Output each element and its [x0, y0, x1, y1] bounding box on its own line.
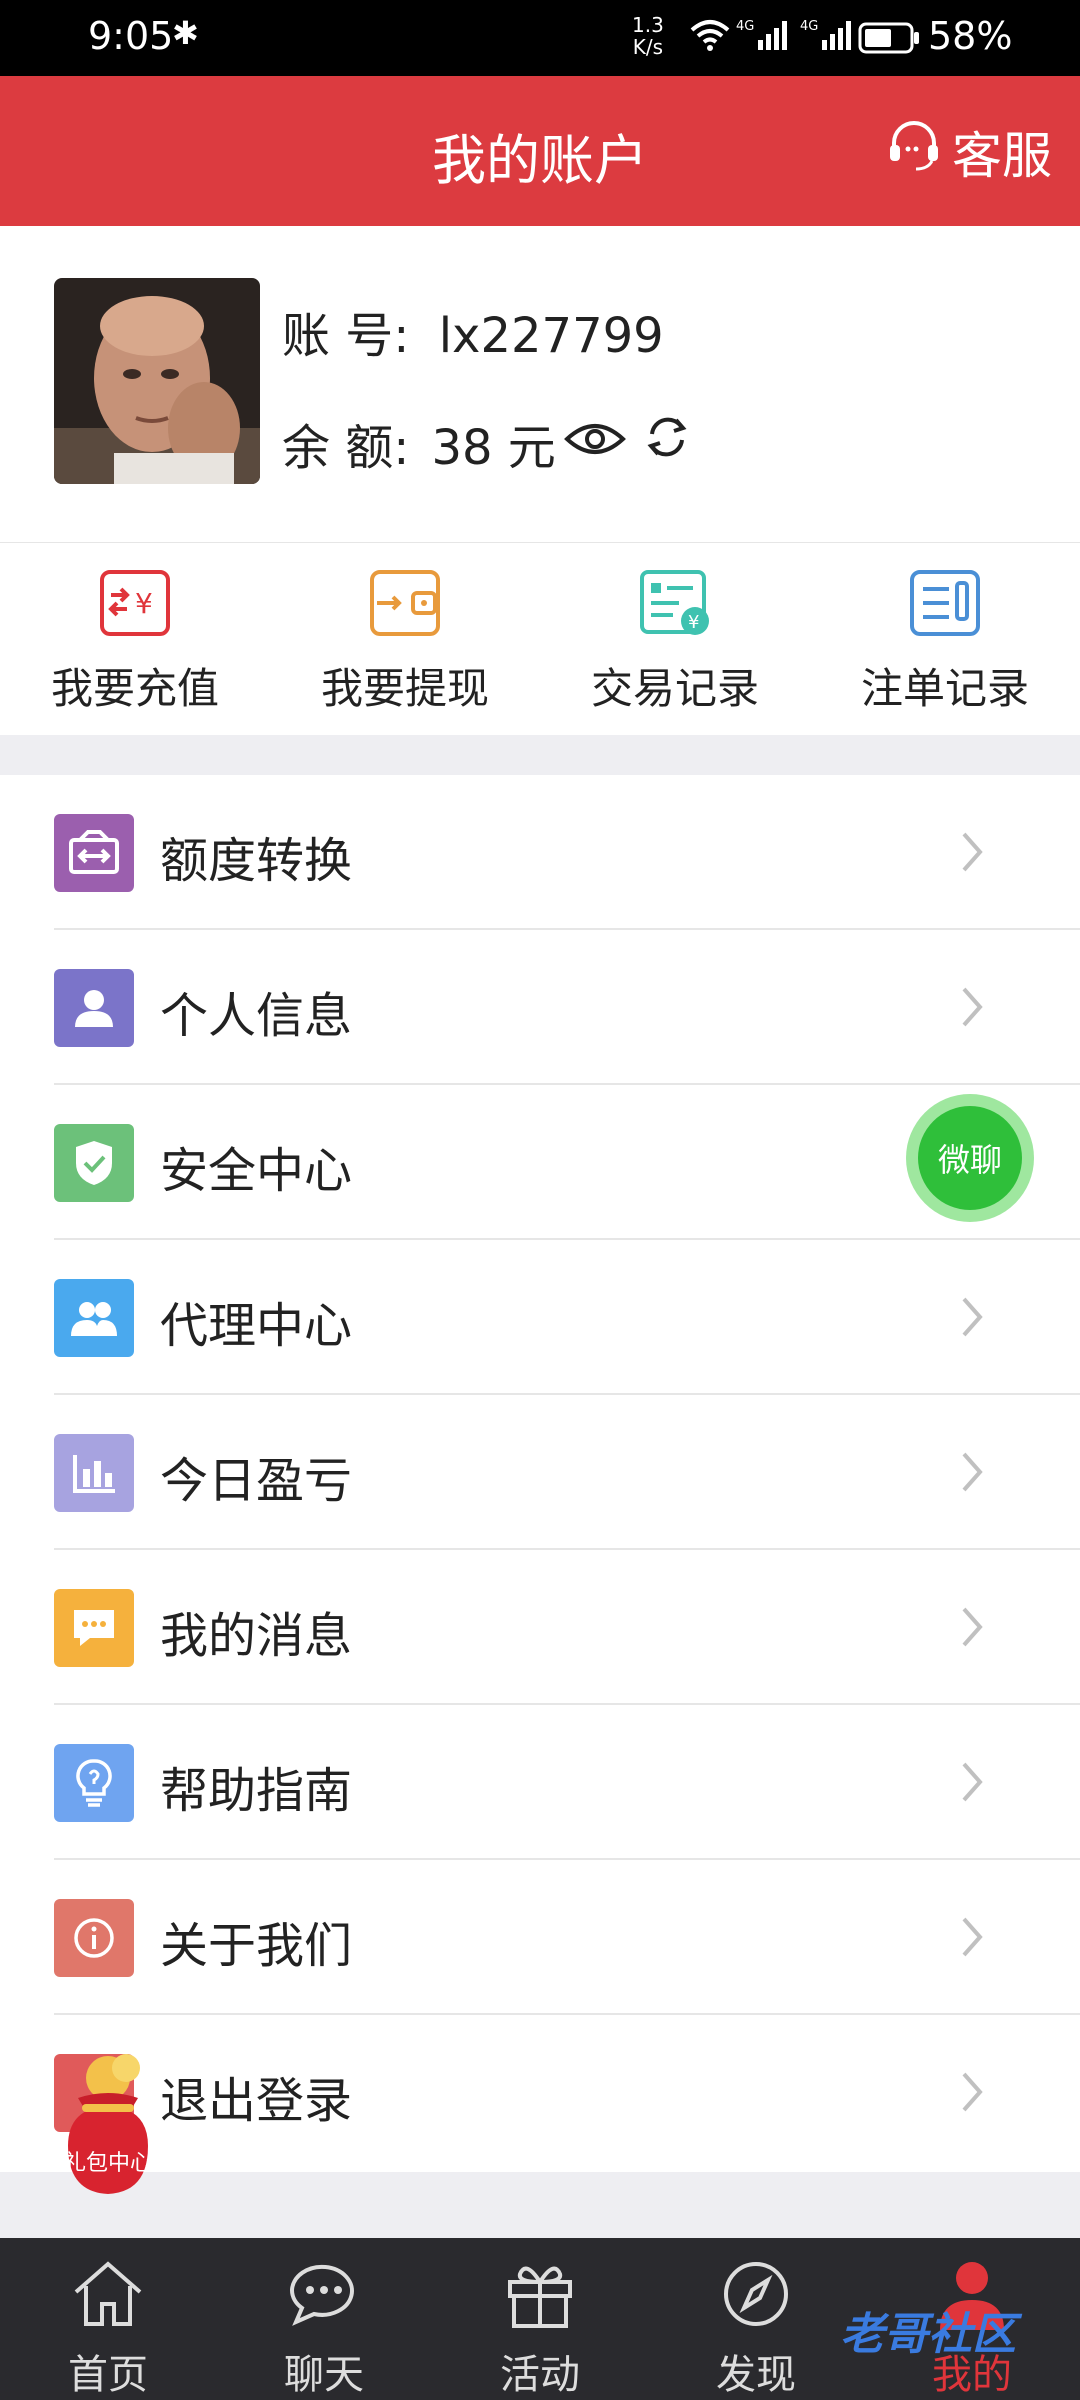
tab-label: 活动: [500, 2352, 580, 2398]
menu-label: 我的消息: [160, 1608, 353, 1664]
balance-row: 余 额: 38 元: [282, 408, 692, 478]
signal-icon: 4G: [736, 18, 790, 56]
menu-label: 个人信息: [160, 988, 353, 1044]
status-time: 9:05: [88, 14, 174, 58]
info-icon: [54, 1899, 134, 1977]
svg-text:4G: 4G: [736, 19, 754, 34]
menu-item-profit-loss[interactable]: 今日盈亏: [0, 1395, 1080, 1550]
tab-label: 聊天: [284, 2352, 364, 2398]
battery-icon: [858, 22, 920, 58]
menu-list: 额度转换 个人信息 安全中心 代理中心 今日盈亏 我的消息 帮助指南 关于我们 …: [0, 775, 1080, 2172]
battery-percent: 58%: [928, 14, 1013, 58]
home-icon: [74, 2261, 142, 2326]
wechat-chat-label: 微聊: [918, 1106, 1022, 1210]
gift-center-button[interactable]: 礼包中心: [48, 2050, 168, 2200]
menu-item-agent[interactable]: 代理中心: [0, 1240, 1080, 1395]
avatar[interactable]: [54, 278, 260, 484]
withdraw-icon: [369, 569, 441, 641]
gift-center-label: 礼包中心: [63, 2151, 152, 2176]
chevron-right-icon: [960, 1450, 984, 1498]
refresh-icon[interactable]: [642, 412, 692, 474]
wifi-icon: [690, 18, 730, 56]
balance-value: 38 元: [431, 420, 556, 476]
withdraw-label: 我要提现: [320, 664, 489, 713]
tab-chat[interactable]: 聊天: [216, 2238, 432, 2400]
menu-label: 关于我们: [160, 1918, 353, 1974]
menu-label: 额度转换: [160, 833, 353, 889]
account-card: 账 号: lx227799 余 额: 38 元: [0, 226, 1080, 544]
transaction-record-label: 交易记录: [590, 664, 759, 713]
tab-activity[interactable]: 活动: [432, 2238, 648, 2400]
lightbulb-icon: [54, 1744, 134, 1822]
tab-label: 首页: [68, 2352, 148, 2398]
menu-label: 今日盈亏: [160, 1453, 353, 1509]
chevron-right-icon: [960, 2070, 984, 2118]
chevron-right-icon: [960, 1605, 984, 1653]
withdraw-button[interactable]: 我要提现: [270, 543, 540, 735]
bet-record-label: 注单记录: [860, 664, 1029, 713]
account-label: 账 号:: [282, 308, 410, 364]
tab-home[interactable]: 首页: [0, 2238, 216, 2400]
bet-record-button[interactable]: 注单记录: [810, 543, 1080, 735]
tab-label: 发现: [716, 2352, 796, 2398]
chevron-right-icon: [960, 1760, 984, 1808]
watermark: 老哥社区: [840, 2309, 1016, 2360]
compass-icon: [724, 2262, 788, 2326]
transaction-record-button[interactable]: ¥ 交易记录: [540, 543, 810, 735]
account-row: 账 号: lx227799: [282, 296, 664, 366]
bar-chart-icon: [54, 1434, 134, 1512]
chat-icon: [289, 2264, 354, 2326]
status-bar: 9:05 ✱ 1.3 K/s 4G 4G 58%: [0, 0, 1080, 76]
shield-icon: [54, 1124, 134, 1202]
header-bar: 我的账户 客服: [0, 76, 1080, 226]
svg-text:¥: ¥: [688, 612, 699, 633]
svg-text:4G: 4G: [800, 19, 818, 34]
svg-text:¥: ¥: [135, 587, 153, 620]
recharge-button[interactable]: ¥ 我要充值: [0, 543, 270, 735]
bluetooth-icon: ✱: [172, 14, 199, 52]
menu-item-profile[interactable]: 个人信息: [0, 930, 1080, 1085]
message-icon: [54, 1589, 134, 1667]
signal-icon: 4G: [800, 18, 854, 56]
menu-item-help[interactable]: 帮助指南: [0, 1705, 1080, 1860]
transaction-record-icon: ¥: [639, 569, 711, 641]
tab-discover[interactable]: 发现: [648, 2238, 864, 2400]
network-speed: 1.3 K/s: [632, 13, 664, 59]
wechat-chat-button[interactable]: 微聊: [906, 1094, 1034, 1222]
chevron-right-icon: [960, 985, 984, 1033]
gift-icon: [508, 2266, 572, 2328]
bet-record-icon: [909, 569, 981, 641]
chevron-right-icon: [960, 1295, 984, 1343]
menu-label: 安全中心: [160, 1143, 353, 1199]
menu-item-transfer[interactable]: 额度转换: [0, 775, 1080, 930]
menu-label: 代理中心: [160, 1298, 353, 1354]
menu-item-about[interactable]: 关于我们: [0, 1860, 1080, 2015]
chevron-right-icon: [960, 1915, 984, 1963]
quick-actions: ¥ 我要充值 我要提现 ¥ 交易记录 注单记录: [0, 543, 1080, 735]
account-value: lx227799: [438, 308, 664, 364]
recharge-label: 我要充值: [50, 664, 219, 713]
eye-icon[interactable]: [563, 415, 626, 471]
menu-item-messages[interactable]: 我的消息: [0, 1550, 1080, 1705]
menu-label: 退出登录: [160, 2073, 353, 2129]
agents-icon: [54, 1279, 134, 1357]
menu-label: 帮助指南: [160, 1763, 353, 1819]
customer-service-button[interactable]: 客服: [886, 116, 1052, 188]
person-icon: [54, 969, 134, 1047]
customer-service-label: 客服: [952, 127, 1052, 185]
transfer-icon: [54, 814, 134, 892]
headset-icon: [886, 119, 952, 185]
chevron-right-icon: [960, 830, 984, 878]
gift-bag-icon: [68, 2054, 148, 2194]
balance-label: 余 额:: [282, 420, 410, 476]
recharge-icon: ¥: [99, 569, 171, 641]
